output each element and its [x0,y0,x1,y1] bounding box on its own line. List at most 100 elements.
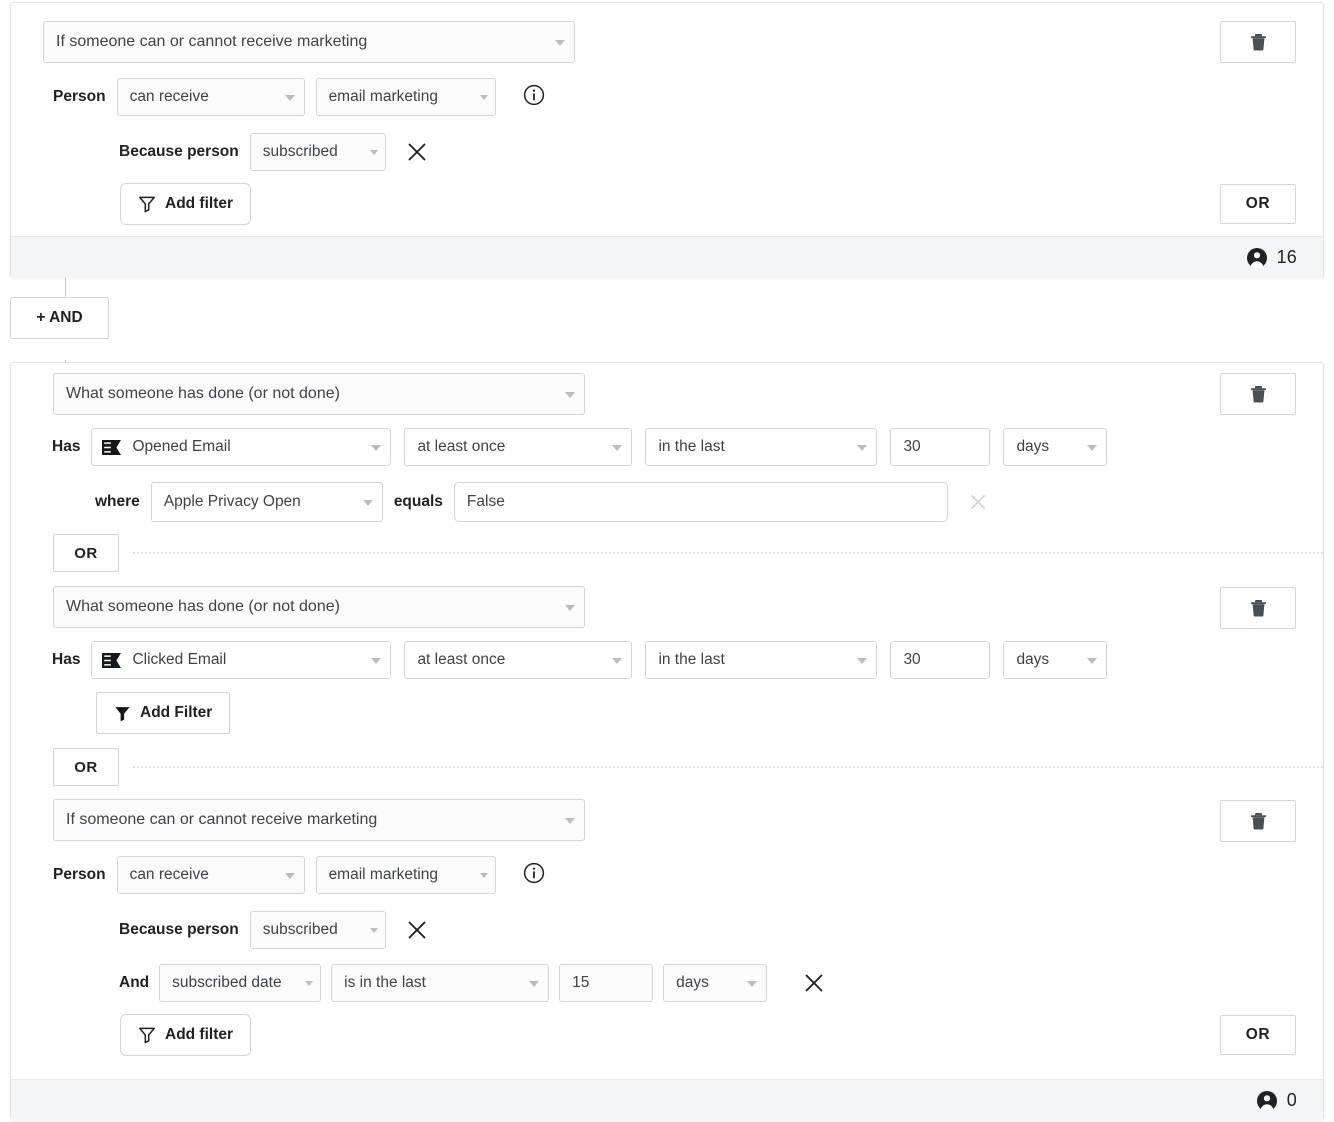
consent-value: can receive [130,88,209,106]
condition-card-2: What someone has done (or not done) Has [10,362,1324,1120]
has-metric-row-2a: Has Opened Email at least once [52,428,1107,466]
delete-condition-button[interactable] [1220,587,1296,629]
metric-flag-icon [102,653,121,668]
or-divider-1: OR [53,534,1323,572]
condition-type-row-1: If someone can or cannot receive marketi… [43,21,575,63]
and-operator-value: is in the last [344,974,426,992]
chevron-down-icon [565,605,575,611]
because-person-row-2c: Because person subscribed [119,911,430,949]
metric-select[interactable]: Clicked Email [91,641,391,679]
consent-select[interactable]: can receive [117,78,305,116]
chevron-down-icon [363,500,373,506]
or-button[interactable]: OR [53,534,119,572]
timeframe-value: in the last [658,651,724,669]
remove-because-button[interactable] [404,917,430,943]
time-unit-select[interactable]: days [1003,641,1107,679]
delete-condition-button[interactable] [1220,800,1296,842]
remove-and-condition-button[interactable] [801,970,827,996]
chevron-down-icon [370,928,378,933]
and-property-select[interactable]: subscribed date [159,964,321,1002]
segment-builder-canvas: If someone can or cannot receive marketi… [0,0,1334,1122]
timeframe-select[interactable]: in the last [645,641,877,679]
consent-select[interactable]: can receive [117,856,305,894]
or-button[interactable]: OR [1220,184,1296,224]
close-icon [969,493,987,511]
or-button[interactable]: OR [1220,1015,1296,1055]
condition-type-select[interactable]: If someone can or cannot receive marketi… [43,21,575,63]
info-icon[interactable] [523,862,545,889]
delete-condition-button[interactable] [1220,21,1296,63]
condition-type-select[interactable]: What someone has done (or not done) [53,373,585,415]
and-unit-select[interactable]: days [663,964,767,1002]
and-amount-input[interactable]: 15 [559,964,653,1002]
person-icon [1256,1090,1278,1112]
condition-type-select[interactable]: What someone has done (or not done) [53,586,585,628]
and-amount-value: 15 [572,974,589,992]
where-property-select[interactable]: Apple Privacy Open [151,482,383,522]
chevron-down-icon [565,392,575,398]
time-unit-value: days [1016,438,1049,456]
card-1-footer: 16 [11,236,1323,278]
card-1-body: If someone can or cannot receive marketi… [11,3,1323,236]
chevron-down-icon [370,150,378,155]
trash-icon [1251,386,1266,403]
trash-icon [1251,600,1266,617]
has-metric-row-2b: Has Clicked Email at least once [52,641,1107,679]
add-and-group-button[interactable]: + AND [10,297,109,339]
chevron-down-icon [371,445,381,451]
time-unit-select[interactable]: days [1003,428,1107,466]
chevron-down-icon [371,658,381,664]
condition-type-value: What someone has done (or not done) [66,385,340,403]
channel-select[interactable]: email marketing [316,856,496,894]
and-subscribed-date-row: And subscribed date is in the last 15 da… [119,964,827,1002]
and-operator-select[interactable]: is in the last [331,964,549,1002]
remove-because-button[interactable] [404,139,430,165]
timeframe-amount-input[interactable]: 30 [890,641,990,679]
condition-type-value: If someone can or cannot receive marketi… [56,33,367,51]
timeframe-amount-input[interactable]: 30 [890,428,990,466]
person-label: Person [53,866,106,884]
equals-label: equals [394,493,443,511]
add-filter-button[interactable]: Add Filter [96,692,230,734]
or-dotted-line [133,552,1323,554]
frequency-select[interactable]: at least once [404,428,632,466]
metric-value: Clicked Email [132,651,226,669]
where-label: where [95,493,140,511]
frequency-select[interactable]: at least once [404,641,632,679]
add-filter-button[interactable]: Add filter [120,183,251,225]
and-property-value: subscribed date [172,974,281,992]
add-filter-button[interactable]: Add filter [120,1014,251,1056]
close-icon [406,919,428,941]
chevron-down-icon [529,981,539,987]
where-clause-row-2a: where Apple Privacy Open equals False [95,482,991,522]
condition-type-value: What someone has done (or not done) [66,598,340,616]
chevron-down-icon [555,40,565,46]
chevron-down-icon [285,95,295,101]
add-and-label: + AND [36,309,82,327]
consent-value: can receive [130,866,209,884]
chevron-down-icon [612,445,622,451]
trash-icon [1251,34,1266,51]
condition-type-row-2b: What someone has done (or not done) [53,586,585,628]
metric-select[interactable]: Opened Email [91,428,391,466]
or-dotted-line [133,766,1323,768]
because-reason-select[interactable]: subscribed [250,133,386,171]
person-consent-row-1: Person can receive email marketing [53,78,545,116]
or-label: OR [1246,195,1270,213]
or-button[interactable]: OR [53,748,119,786]
channel-select[interactable]: email marketing [316,78,496,116]
people-count-2: 0 [1287,1090,1297,1111]
condition-type-value: If someone can or cannot receive marketi… [66,811,377,829]
timeframe-select[interactable]: in the last [645,428,877,466]
equals-value-input[interactable]: False [454,482,948,522]
because-reason-select[interactable]: subscribed [250,911,386,949]
because-person-label: Because person [119,921,239,939]
timeframe-amount-value: 30 [903,651,920,669]
condition-type-select[interactable]: If someone can or cannot receive marketi… [53,799,585,841]
because-reason-value: subscribed [263,921,338,939]
chevron-down-icon [285,873,295,879]
info-icon[interactable] [523,84,545,111]
clear-filter-button[interactable] [965,489,991,515]
delete-condition-button[interactable] [1220,373,1296,415]
funnel-outline-icon [138,1026,156,1044]
